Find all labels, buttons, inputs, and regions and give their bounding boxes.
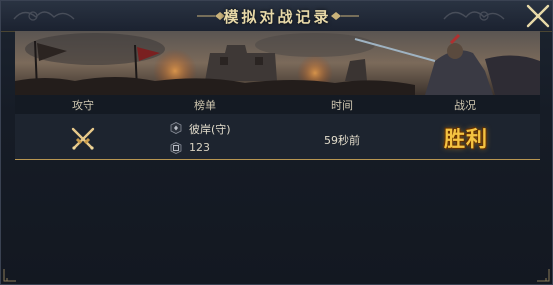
battle-result-badge: 胜利: [444, 126, 488, 151]
table-row[interactable]: 彼岸(守) 123 59秒前 胜利: [15, 114, 540, 160]
corner-ornament-bottom-right-icon: [537, 269, 550, 282]
table-header: 攻守 榜单 时间 战况: [15, 95, 540, 114]
battle-scene-illustration: [15, 31, 540, 95]
defender-badge-icon: [170, 122, 182, 134]
column-header-ranking: 榜单: [194, 99, 216, 112]
dialog-title: 模拟对战记录: [223, 8, 332, 26]
score-badge-icon: [170, 142, 182, 154]
title-decoration-right-icon: [331, 12, 359, 20]
ranking-player-name: 彼岸(守): [189, 123, 231, 136]
close-icon: [526, 4, 550, 28]
battle-banner-image: [15, 31, 540, 95]
column-header-attack-defense: 攻守: [72, 99, 94, 112]
ranking-score: 123: [189, 141, 210, 154]
crossed-swords-icon: [71, 127, 95, 150]
close-button[interactable]: [524, 2, 552, 30]
corner-ornament-bottom-left-icon: [3, 269, 16, 282]
column-header-result: 战况: [454, 99, 476, 112]
battle-record-dialog: 模拟对战记录 攻守 榜单 时间 战况 彼岸(守) 123 59秒前 胜利: [0, 0, 553, 285]
battle-time: 59秒前: [324, 134, 360, 147]
title-bar: 模拟对战记录: [1, 1, 552, 32]
column-header-time: 时间: [331, 99, 353, 112]
